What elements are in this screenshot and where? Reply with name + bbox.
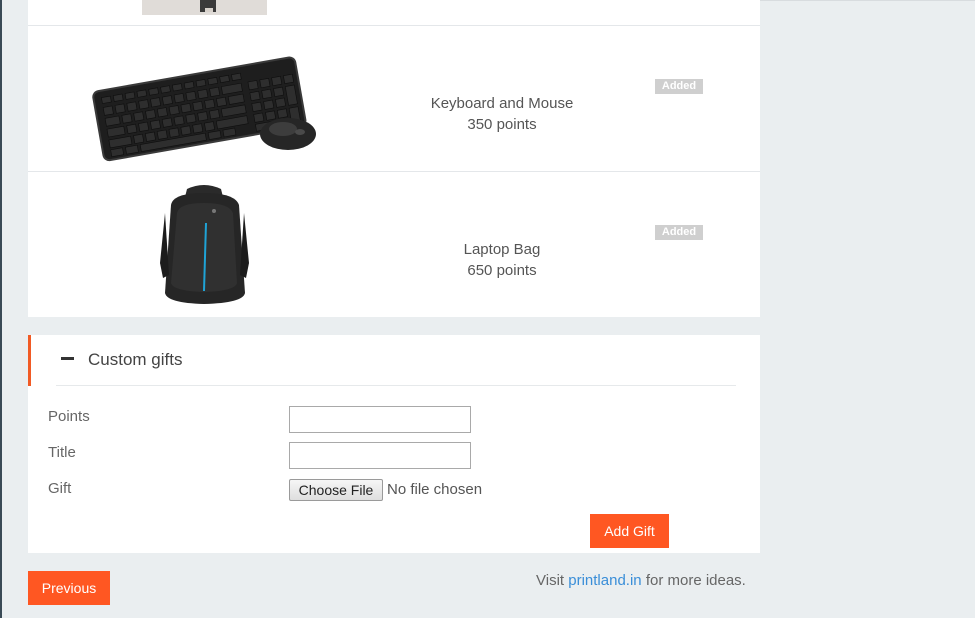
added-badge: Added (655, 79, 703, 94)
footer-suffix: for more ideas. (645, 572, 746, 589)
points-input[interactable] (289, 406, 471, 433)
printland-link[interactable]: printland.in (568, 572, 641, 589)
section-title[interactable]: Custom gifts (88, 350, 182, 370)
product-name: Laptop Bag (463, 241, 541, 258)
section-accent-bar (28, 335, 31, 386)
added-badge: Added (655, 225, 703, 240)
product-name: Keyboard and Mouse (430, 95, 574, 112)
section-divider (56, 385, 736, 386)
gift-label: Gift (48, 480, 72, 497)
laptop-bag-image (157, 183, 252, 313)
previous-button[interactable]: Previous (28, 571, 110, 605)
product-image-partial (142, 0, 267, 15)
add-gift-button[interactable]: Add Gift (590, 514, 669, 548)
title-input[interactable] (289, 442, 471, 469)
footer-prefix: Visit (536, 572, 565, 589)
row-divider (28, 171, 760, 172)
row-divider (28, 25, 760, 26)
file-status: No file chosen (387, 481, 483, 498)
choose-file-button[interactable]: Choose File (289, 479, 383, 501)
product-points: 650 points (467, 262, 537, 279)
footer-note: Visit printland.in for more ideas. (536, 572, 746, 589)
page: Keyboard and Mouse 350 points Added Lapt… (0, 0, 975, 618)
minus-icon[interactable] (61, 357, 74, 360)
left-edge-bar (0, 0, 2, 618)
keyboard-mouse-image (88, 34, 320, 169)
top-divider (760, 0, 975, 1)
product-points: 350 points (467, 116, 537, 133)
points-label: Points (48, 408, 90, 425)
title-label: Title (48, 444, 76, 461)
